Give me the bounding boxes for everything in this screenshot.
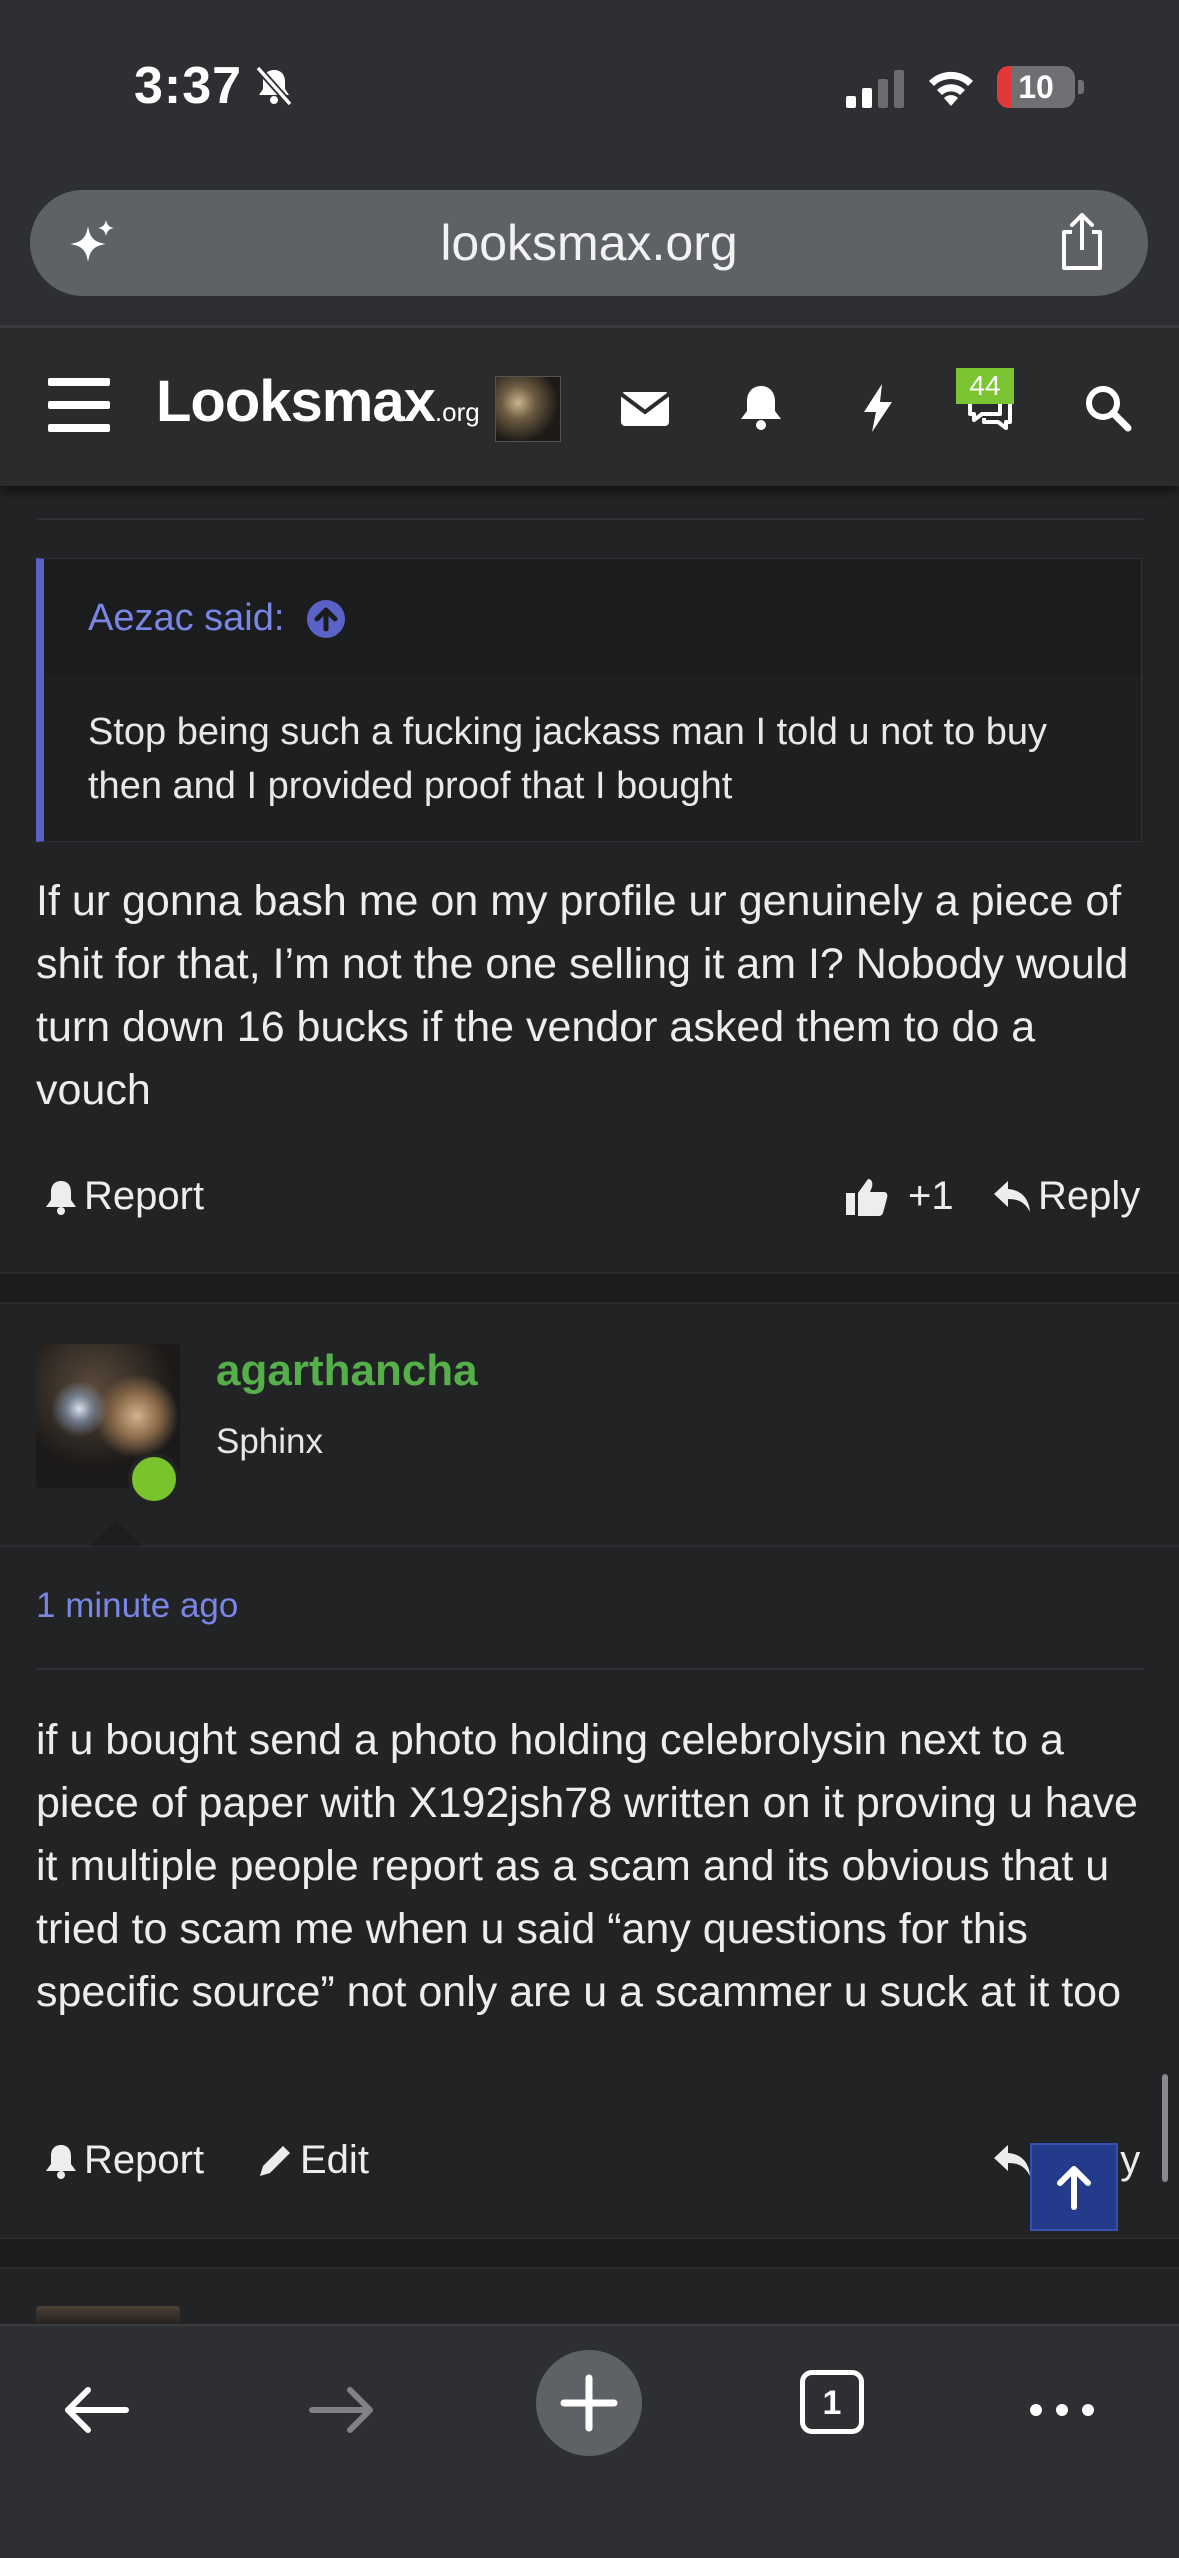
edit-label: Edit [300, 2138, 369, 2182]
tabs-button[interactable]: 1 [800, 2370, 864, 2434]
post-text: If ur gonna bash me on my profile ur gen… [36, 877, 1129, 1114]
scroll-to-top-button[interactable] [1030, 2143, 1118, 2231]
signal-icon [846, 70, 904, 108]
address-bar[interactable]: looksmax.org [30, 190, 1148, 296]
post-separator [0, 2237, 1179, 2269]
arrow-up-circle-icon[interactable] [306, 599, 346, 639]
divider [36, 518, 1143, 520]
status-time: 3:37 [134, 57, 243, 115]
bell-icon [46, 2144, 76, 2179]
reply-button[interactable]: Reply [992, 1174, 1140, 1219]
logo-suffix: .org [434, 397, 480, 427]
quote-author[interactable]: Aezac said: [88, 597, 284, 640]
scrollbar[interactable] [1162, 2074, 1168, 2182]
bolt-icon[interactable] [850, 380, 906, 436]
divider [0, 1545, 1179, 1547]
divider [36, 1668, 1143, 1670]
bell-slash-icon [255, 65, 293, 107]
report-button[interactable]: Report [44, 1174, 204, 1219]
post-separator [0, 1272, 1179, 1304]
site-logo[interactable]: Looksmax.org [156, 368, 480, 435]
logo-main: Looksmax [156, 369, 436, 434]
thumbs-up-icon [846, 1178, 888, 1216]
quote-block: Aezac said: Stop being such a fucking ja… [36, 558, 1142, 842]
conversations-badge: 44 [956, 368, 1014, 404]
forward-arrow-icon[interactable] [302, 2370, 382, 2450]
reply-icon [994, 1180, 1030, 1212]
pencil-icon [260, 2145, 290, 2176]
more-icon[interactable] [1022, 2370, 1102, 2450]
reaction-count: +1 [908, 1174, 954, 1218]
report-label: Report [84, 2138, 205, 2182]
new-tab-button[interactable] [536, 2350, 642, 2456]
site-navbar: Looksmax.org 44 [0, 325, 1179, 486]
browser-chrome-top: 3:37 10 looksmax.org [0, 0, 1179, 325]
battery-icon: 10 [997, 66, 1075, 108]
browser-toolbar: 1 [0, 2324, 1179, 2558]
back-arrow-icon[interactable] [56, 2370, 136, 2450]
account-avatar[interactable] [495, 376, 561, 442]
arrow-up-icon [1057, 2166, 1091, 2210]
edit-button[interactable]: Edit [256, 2138, 369, 2183]
bell-icon [46, 1180, 76, 1215]
plus-icon [560, 2374, 618, 2432]
like-button[interactable]: +1 [844, 1174, 954, 1219]
next-post-avatar [36, 2306, 180, 2326]
report-label: Report [84, 1174, 205, 1218]
user-title: Sphinx [216, 1422, 324, 1461]
wifi-icon [929, 71, 973, 106]
quote-header[interactable]: Aezac said: [44, 559, 1141, 675]
url-text[interactable]: looksmax.org [30, 214, 1148, 272]
online-status-indicator [128, 1453, 180, 1505]
battery-level: 10 [1018, 69, 1054, 105]
username[interactable]: agarthancha [216, 1346, 478, 1396]
reply-label: Reply [1038, 1174, 1141, 1218]
post-timestamp[interactable]: 1 minute ago [36, 1586, 238, 1626]
quote-text: Stop being such a fucking jackass man I … [88, 711, 1048, 807]
user-arrow-notch [90, 1520, 142, 1546]
report-button[interactable]: Report [44, 2138, 204, 2183]
bell-icon[interactable] [733, 380, 789, 436]
post-text: if u bought send a photo holding celebro… [36, 1716, 1138, 2016]
menu-icon[interactable] [48, 378, 110, 432]
search-icon[interactable] [1080, 380, 1136, 436]
reply-icon [994, 2144, 1030, 2176]
share-icon[interactable] [1056, 212, 1108, 272]
envelope-icon[interactable] [617, 380, 673, 436]
